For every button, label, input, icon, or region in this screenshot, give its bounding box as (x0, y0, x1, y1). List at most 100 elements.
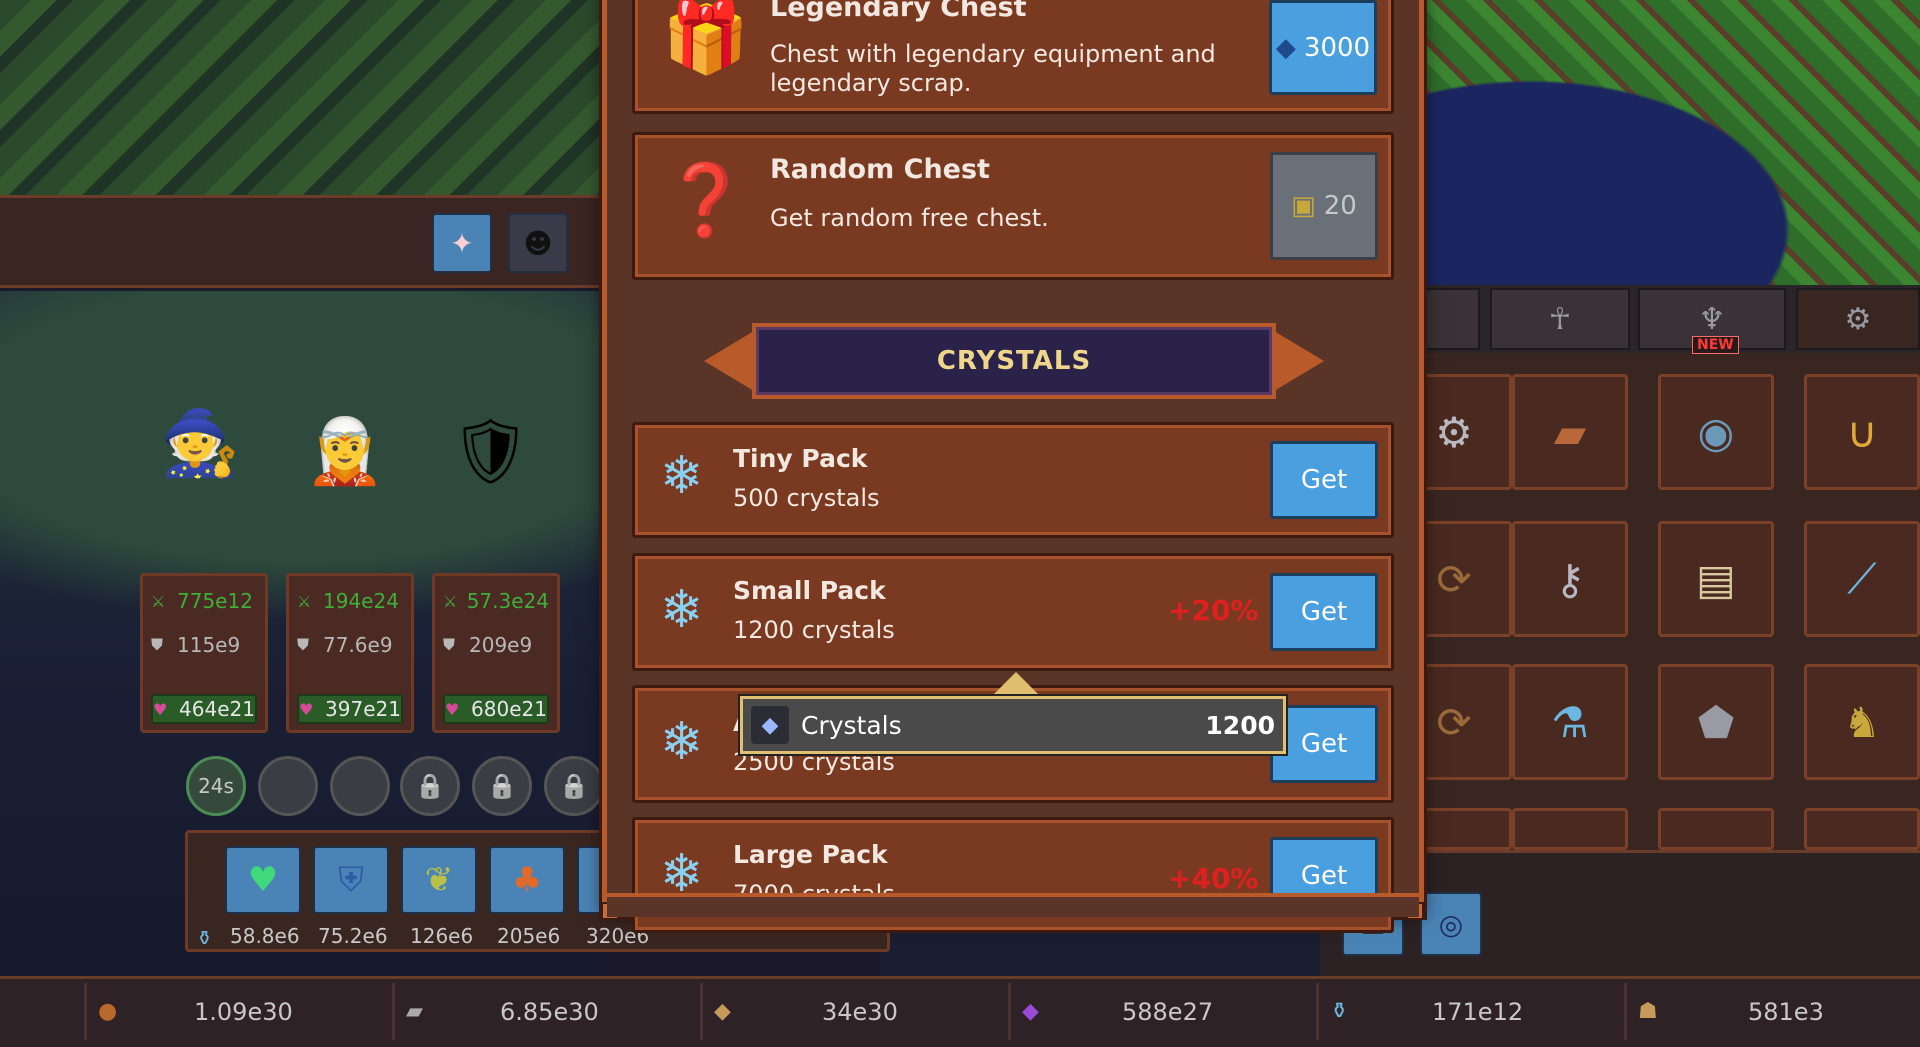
ranger-hero-sprite: 🧝 (305, 415, 385, 489)
inventory-slot[interactable]: ▤ (1658, 521, 1774, 637)
locked-skill-icon (472, 756, 532, 816)
golem-potion-button[interactable]: ♣ (489, 846, 565, 914)
potion-count: 126e6 (410, 924, 474, 948)
tab-partial[interactable] (1420, 288, 1480, 350)
inventory-slot[interactable]: ⚷ (1512, 521, 1628, 637)
hero-defense: ⛊ 115e9 (151, 630, 257, 660)
shield-icon: ⛊ (443, 635, 456, 654)
resource-divider (84, 983, 87, 1040)
scroll-map-icon: ▤ (1696, 554, 1736, 604)
item-description: 1200 crystals (733, 616, 895, 644)
hero-defense-value: 77.6e9 (323, 633, 393, 657)
get-tiny-pack-button[interactable]: Get (1270, 441, 1378, 519)
price-label: 3000 (1303, 32, 1371, 63)
ore-icon: ◆ (714, 999, 731, 1024)
get-medium-pack-button[interactable]: Get (1270, 705, 1378, 783)
button-label: Get (1300, 861, 1348, 891)
cauldron-icon: ⚱ (1330, 999, 1349, 1024)
resource-divider (700, 983, 703, 1040)
resource-stone: ▰ 6.85e30 (406, 976, 696, 1047)
potion-count: 58.8e6 (230, 924, 300, 948)
hero-health-value: 680e21 (471, 697, 547, 721)
hero-health: ♥ 464e21 (151, 694, 257, 724)
tab-settings[interactable]: ⚙ (1796, 288, 1920, 350)
stone-icon: ⬟ (1697, 697, 1735, 747)
chest-token-icon: ▣ (1291, 191, 1316, 221)
tab-fork-character[interactable]: ☥ (1490, 288, 1630, 350)
inventory-slot[interactable]: ⚗ (1512, 664, 1628, 780)
shield-potion-button[interactable]: ⛨ (313, 846, 389, 914)
demon-mask-icon-button[interactable]: ☻ (508, 213, 568, 273)
inventory-slot[interactable]: ♞ (1804, 664, 1920, 780)
hero-defense: ⛊ 209e9 (443, 630, 549, 660)
inventory-slot[interactable]: ▰ (1512, 374, 1628, 490)
inventory-slot[interactable]: ⟋ (1804, 521, 1920, 637)
hero-card-1[interactable]: ⚔ 775e12 ⛊ 115e9 ♥ 464e21 (140, 573, 268, 733)
get-small-pack-button[interactable]: Get (1270, 573, 1378, 651)
hero-attack-value: 57.3e24 (466, 589, 549, 613)
heal-potion-button[interactable]: ♥ (225, 846, 301, 914)
ring-button[interactable]: ◎ (1420, 892, 1482, 956)
section-header-crystals: CRYSTALS (704, 323, 1324, 399)
tooltip-value: 1200 (1205, 710, 1275, 740)
resource-divider (1316, 983, 1319, 1040)
resource-worker: ☗ 581e3 (1638, 976, 1920, 1047)
crystal-icon: ◆ (751, 706, 789, 744)
world-map[interactable] (1420, 0, 1920, 285)
modal-bottom-edge (607, 893, 1419, 917)
worker-hat-icon: ☗ (1638, 999, 1658, 1024)
skill-cooldown-1[interactable]: 24s (186, 756, 246, 816)
buy-legendary-chest-button[interactable]: ◆ 3000 (1269, 0, 1377, 95)
key-icon: ⚷ (1554, 554, 1586, 604)
rope-icon: ⟳ (1436, 554, 1472, 604)
hero-defense-value: 209e9 (469, 633, 533, 657)
cooldown-timer: 24s (198, 774, 234, 798)
resource-cauldron: ⚱ 171e12 (1330, 976, 1620, 1047)
tooltip-name: Crystals (801, 710, 902, 740)
crystals-tooltip: ◆ Crystals 1200 (740, 696, 1286, 754)
item-title: Large Pack (733, 840, 888, 869)
bottle-icon: ⚗ (1551, 697, 1589, 747)
ring-icon: ◎ (1438, 907, 1464, 941)
resource-value: 588e27 (1122, 997, 1214, 1026)
hero-card-2[interactable]: ⚔ 194e24 ⛊ 77.6e9 ♥ 397e21 (286, 573, 414, 733)
inventory-slot[interactable] (1512, 808, 1628, 850)
inventory-slot[interactable]: ⬟ (1658, 664, 1774, 780)
potion-flask-icon: ⚱ (196, 926, 213, 950)
heart-icon: ♥ (445, 699, 460, 719)
legendary-chest-icon: 🎁 (662, 0, 750, 78)
purple-gem-icon: ◆ (1022, 999, 1039, 1024)
heart-plus-icon: ♥ (247, 860, 279, 900)
resource-wood: ● 1.09e30 (98, 976, 388, 1047)
sword-icon: ⚔ (151, 591, 166, 611)
robot-icon: ⚙ (1844, 301, 1872, 337)
leaf-potion-button[interactable]: ❦ (401, 846, 477, 914)
bonus-label: +20% (1168, 594, 1259, 627)
inventory-slot[interactable]: ◉ (1658, 374, 1774, 490)
resource-gem: ◆ 588e27 (1022, 976, 1312, 1047)
leaf-icon: ❦ (424, 860, 454, 900)
golem-icon: ♣ (511, 860, 543, 900)
potion-count: 75.2e6 (318, 924, 388, 948)
inventory-slot[interactable]: ∪ (1804, 374, 1920, 490)
skill-slot-2[interactable] (258, 756, 318, 816)
fairy-icon-button[interactable]: ✦ (432, 213, 492, 273)
potion-count: 205e6 (497, 924, 561, 948)
hero-attack-value: 194e24 (323, 589, 399, 613)
dungeon-map (0, 0, 605, 195)
knight-hero-sprite: 🛡 (450, 415, 532, 489)
random-chest-button[interactable]: ▣ 20 (1270, 152, 1378, 260)
duck-icon: ♞ (1843, 697, 1881, 747)
hero-health: ♥ 397e21 (297, 694, 403, 724)
resource-value: 1.09e30 (194, 997, 293, 1026)
item-title: Legendary Chest (770, 0, 1027, 23)
hero-card-3[interactable]: ⚔ 57.3e24 ⛊ 209e9 ♥ 680e21 (432, 573, 560, 733)
dagger-icon: ⟋ (1847, 554, 1877, 603)
hero-health-value: 464e21 (179, 697, 255, 721)
skill-slot-3[interactable] (330, 756, 390, 816)
tree-icon: ♆ (1698, 301, 1726, 337)
locked-skill-icon (544, 756, 604, 816)
heart-icon: ♥ (299, 699, 314, 719)
inventory-slot[interactable] (1804, 808, 1920, 850)
inventory-slot[interactable] (1658, 808, 1774, 850)
